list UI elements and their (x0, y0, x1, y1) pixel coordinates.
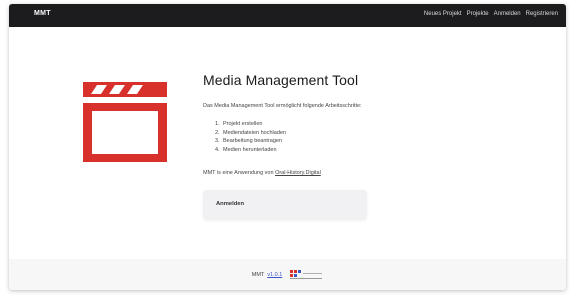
top-navbar: MMT Neues Projekt Projekte Anmelden Regi… (9, 4, 566, 27)
about-note: MMT is eine Anwendung von Oral-History.D… (203, 170, 321, 176)
brand-link[interactable]: MMT (34, 10, 51, 17)
intro-text: Das Media Management Tool ermöglicht fol… (203, 103, 362, 109)
clapperboard-icon (83, 82, 167, 162)
list-item: 1. Projekt erstellen (215, 120, 286, 129)
step-number: 2. (215, 129, 220, 136)
list-item: 2. Mediendateien hochladen (215, 129, 286, 138)
steps-list: 1. Projekt erstellen 2. Mediendateien hoch… (215, 120, 286, 154)
note-prefix: MMT is eine Anwendung von (203, 170, 276, 176)
oral-history-link[interactable]: Oral-History.Digital (275, 170, 321, 176)
main-content: Media Management Tool Das Media Manageme… (9, 27, 566, 259)
step-text: Projekt erstellen (223, 121, 263, 127)
list-item: 3. Bearbeitung beantragen (215, 137, 286, 146)
footer-brand: MMT (251, 271, 265, 278)
nav-link-projects[interactable]: Projekte (467, 11, 489, 17)
step-number: 4. (215, 146, 220, 153)
list-item: 4. Medien herunterladen (215, 146, 286, 155)
version-link[interactable]: v1.0.1 (267, 272, 282, 278)
app-window: MMT Neues Projekt Projekte Anmelden Regi… (9, 4, 566, 290)
step-text: Bearbeitung beantragen (223, 138, 283, 145)
institution-logo-icon (290, 269, 323, 279)
page-title: Media Management Tool (203, 72, 359, 88)
footer: MMT v1.0.1 (9, 259, 566, 290)
nav-link-new-project[interactable]: Neues Projekt (424, 11, 462, 17)
step-text: Mediendateien hochladen (223, 129, 286, 136)
login-button[interactable]: Anmelden (216, 201, 244, 207)
nav-links: Neues Projekt Projekte Anmelden Registri… (424, 11, 558, 17)
nav-link-login[interactable]: Anmelden (494, 11, 521, 17)
login-card: Anmelden (203, 190, 367, 220)
step-number: 1. (215, 121, 220, 127)
step-number: 3. (215, 138, 220, 145)
nav-link-register[interactable]: Registrieren (526, 11, 558, 17)
step-text: Medien herunterladen (223, 146, 277, 153)
